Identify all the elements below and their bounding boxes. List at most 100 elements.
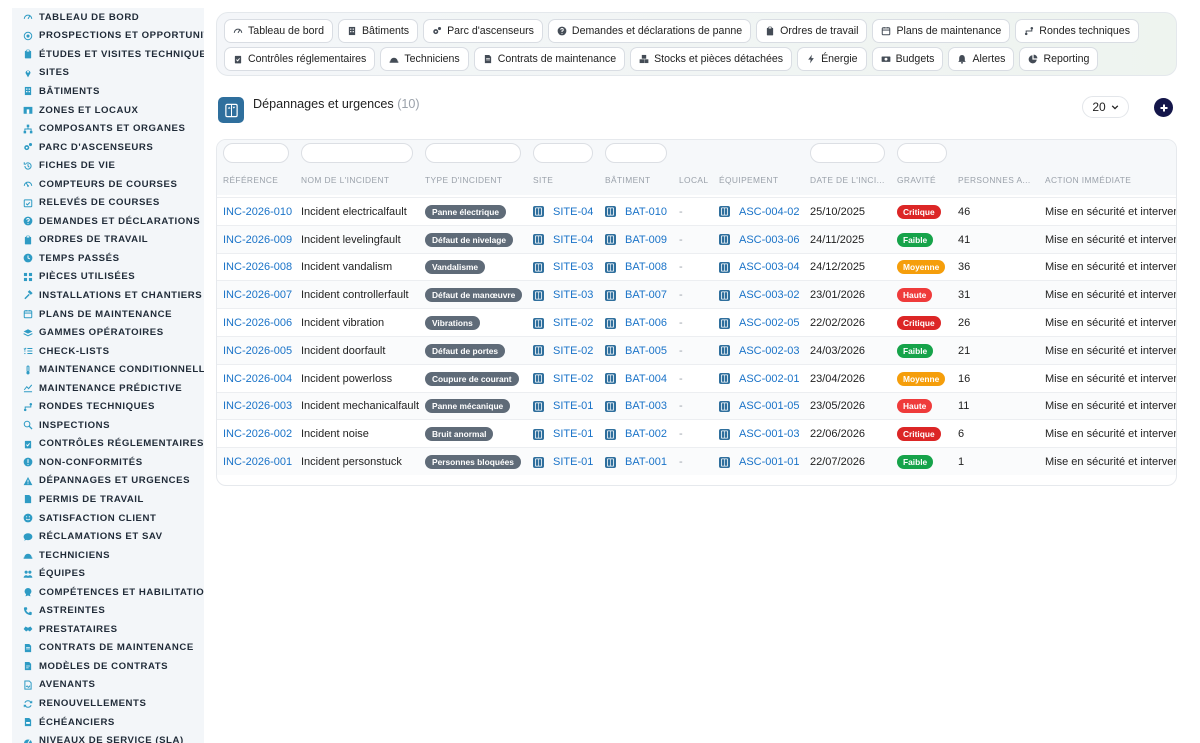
sidebar-item-rondes-techniques[interactable]: RONDES TECHNIQUES: [12, 397, 204, 416]
site-link[interactable]: SITE-01: [553, 400, 593, 412]
site-link[interactable]: SITE-02: [553, 345, 593, 357]
sidebar-item-parc-d-ascenseurs[interactable]: PARC D'ASCENSEURS: [12, 138, 204, 157]
equipment-link[interactable]: ASC-004-02: [739, 206, 800, 218]
sidebar-item-controles-reglementaires[interactable]: CONTRÔLES RÉGLEMENTAIRES: [12, 435, 204, 454]
equipment-link[interactable]: ASC-003-06: [739, 234, 800, 246]
sidebar-item-techniciens[interactable]: TECHNICIENS: [12, 546, 204, 565]
sidebar-item-contrats-de-maintenance[interactable]: CONTRATS DE MAINTENANCE: [12, 639, 204, 658]
reference-link[interactable]: INC-2026-003: [223, 400, 292, 412]
building-link[interactable]: BAT-010: [625, 206, 667, 218]
column-header-equipement[interactable]: ÉQUIPEMENT: [719, 175, 778, 185]
sidebar-item-maintenance-conditionnelle[interactable]: MAINTENANCE CONDITIONNELLE: [12, 360, 204, 379]
equipment-link[interactable]: ASC-003-02: [739, 289, 800, 301]
sidebar-item-astreintes[interactable]: ASTREINTES: [12, 602, 204, 621]
equipment-link[interactable]: ASC-003-04: [739, 261, 800, 273]
reference-link[interactable]: INC-2026-005: [223, 345, 292, 357]
reference-link[interactable]: INC-2026-010: [223, 206, 292, 218]
sidebar-item-permis-de-travail[interactable]: PERMIS DE TRAVAIL: [12, 490, 204, 509]
site-link[interactable]: SITE-03: [553, 289, 593, 301]
filter-input-type[interactable]: [425, 143, 521, 163]
building-link[interactable]: BAT-007: [625, 289, 667, 301]
nav-plans-de-maintenance[interactable]: Plans de maintenance: [872, 19, 1011, 43]
column-header-date[interactable]: DATE DE L'INCI...: [810, 175, 885, 185]
site-link[interactable]: SITE-03: [553, 261, 593, 273]
sidebar-item-non-conformites[interactable]: NON-CONFORMITÉS: [12, 453, 204, 472]
column-header-personnes[interactable]: PERSONNES A...: [958, 175, 1031, 185]
nav-alertes[interactable]: Alertes: [948, 47, 1015, 71]
reference-link[interactable]: INC-2026-009: [223, 234, 292, 246]
table-row[interactable]: INC-2026-007 Incident controllerfault Défa…: [217, 280, 1176, 309]
nav-demandes-et-declarations-de-panne[interactable]: Demandes et déclarations de panne: [547, 19, 752, 43]
reference-link[interactable]: INC-2026-002: [223, 428, 292, 440]
table-row[interactable]: INC-2026-009 Incident levelingfault Défaut…: [217, 224, 1176, 253]
sidebar-item-check-lists[interactable]: CHECK-LISTS: [12, 342, 204, 361]
sidebar-item-batiments[interactable]: BÂTIMENTS: [12, 82, 204, 101]
sidebar-item-echeanciers[interactable]: ÉCHÉANCIERS: [12, 713, 204, 732]
reference-link[interactable]: INC-2026-004: [223, 373, 292, 385]
sidebar-item-releves-de-courses[interactable]: RELEVÉS DE COURSES: [12, 193, 204, 212]
column-header-site[interactable]: SITE: [533, 175, 553, 185]
sidebar-item-etudes-et-visites-techniques[interactable]: ÉTUDES ET VISITES TECHNIQUES: [12, 45, 204, 64]
sidebar-item-demandes-et-declarations[interactable]: DEMANDES ET DÉCLARATIONS: [12, 212, 204, 231]
sidebar-item-fiches-de-vie[interactable]: FICHES DE VIE: [12, 156, 204, 175]
nav-controles-reglementaires[interactable]: Contrôles réglementaires: [224, 47, 376, 71]
page-size-select[interactable]: 20: [1082, 96, 1129, 118]
column-header-local[interactable]: LOCAL: [679, 175, 708, 185]
table-row[interactable]: INC-2026-010 Incident electricalfault Pann…: [217, 197, 1176, 225]
column-header-ref[interactable]: RÉFÉRENCE: [223, 175, 278, 185]
add-button[interactable]: [1154, 98, 1173, 117]
filter-input-name[interactable]: [301, 143, 413, 163]
column-header-gravite[interactable]: GRAVITÉ: [897, 175, 936, 185]
sidebar-item-temps-passes[interactable]: TEMPS PASSÉS: [12, 249, 204, 268]
sidebar-item-satisfaction-client[interactable]: SATISFACTION CLIENT: [12, 509, 204, 528]
building-link[interactable]: BAT-003: [625, 400, 667, 412]
column-header-action[interactable]: ACTION IMMÉDIATE: [1045, 175, 1131, 185]
table-row[interactable]: INC-2026-002 Incident noise Bruit anormal S…: [217, 419, 1176, 447]
sidebar-item-zones-et-locaux[interactable]: ZONES ET LOCAUX: [12, 101, 204, 120]
sidebar-item-niveaux-de-service-sla[interactable]: NIVEAUX DE SERVICE (SLA): [12, 731, 204, 743]
table-row[interactable]: INC-2026-005 Incident doorfault Défaut de …: [217, 335, 1176, 364]
table-row[interactable]: INC-2026-001 Incident personstuck Personne…: [217, 447, 1176, 475]
nav-tableau-de-bord[interactable]: Tableau de bord: [224, 19, 333, 43]
building-link[interactable]: BAT-004: [625, 373, 667, 385]
nav-contrats-de-maintenance[interactable]: Contrats de maintenance: [473, 47, 626, 71]
equipment-link[interactable]: ASC-002-01: [739, 373, 800, 385]
filter-input-date[interactable]: [810, 143, 885, 163]
nav-batiments[interactable]: Bâtiments: [337, 19, 419, 43]
sidebar-item-reclamations-et-sav[interactable]: RÉCLAMATIONS ET SAV: [12, 527, 204, 546]
site-link[interactable]: SITE-01: [553, 428, 593, 440]
building-link[interactable]: BAT-009: [625, 234, 667, 246]
filter-input-batiment[interactable]: [605, 143, 667, 163]
filter-input-ref[interactable]: [223, 143, 289, 163]
sidebar-item-inspections[interactable]: INSPECTIONS: [12, 416, 204, 435]
reference-link[interactable]: INC-2026-007: [223, 289, 292, 301]
sidebar-item-pieces-utilisees[interactable]: PIÈCES UTILISÉES: [12, 268, 204, 287]
reference-link[interactable]: INC-2026-001: [223, 456, 292, 468]
sidebar-item-tableau-de-bord[interactable]: TABLEAU DE BORD: [12, 8, 204, 27]
sidebar-item-ordres-de-travail[interactable]: ORDRES DE TRAVAIL: [12, 231, 204, 250]
equipment-link[interactable]: ASC-002-05: [739, 317, 800, 329]
sidebar-item-avenants[interactable]: AVENANTS: [12, 676, 204, 695]
site-link[interactable]: SITE-04: [553, 234, 593, 246]
building-link[interactable]: BAT-005: [625, 345, 667, 357]
sidebar-item-modeles-de-contrats[interactable]: MODÈLES DE CONTRATS: [12, 657, 204, 676]
sidebar-item-plans-de-maintenance[interactable]: PLANS DE MAINTENANCE: [12, 305, 204, 324]
nav-techniciens[interactable]: Techniciens: [380, 47, 469, 71]
sidebar-item-renouvellements[interactable]: RENOUVELLEMENTS: [12, 694, 204, 713]
nav-stocks-et-pieces-detachees[interactable]: Stocks et pièces détachées: [630, 47, 793, 71]
equipment-link[interactable]: ASC-001-01: [739, 456, 800, 468]
reference-link[interactable]: INC-2026-008: [223, 261, 292, 273]
nav-budgets[interactable]: Budgets: [871, 47, 944, 71]
column-header-batiment[interactable]: BÂTIMENT: [605, 175, 651, 185]
equipment-link[interactable]: ASC-001-05: [739, 400, 800, 412]
sidebar-item-sites[interactable]: SITES: [12, 64, 204, 83]
nav-ordres-de-travail[interactable]: Ordres de travail: [756, 19, 868, 43]
nav-parc-d-ascenseurs[interactable]: Parc d'ascenseurs: [423, 19, 543, 43]
column-header-name[interactable]: NOM DE L'INCIDENT: [301, 175, 389, 185]
nav-rondes-techniques[interactable]: Rondes techniques: [1015, 19, 1139, 43]
sidebar-item-composants-et-organes[interactable]: COMPOSANTS ET ORGANES: [12, 119, 204, 138]
equipment-link[interactable]: ASC-001-03: [739, 428, 800, 440]
sidebar-item-depannages-et-urgences[interactable]: DÉPANNAGES ET URGENCES: [12, 472, 204, 491]
sidebar-item-equipes[interactable]: ÉQUIPES: [12, 564, 204, 583]
site-link[interactable]: SITE-04: [553, 206, 593, 218]
